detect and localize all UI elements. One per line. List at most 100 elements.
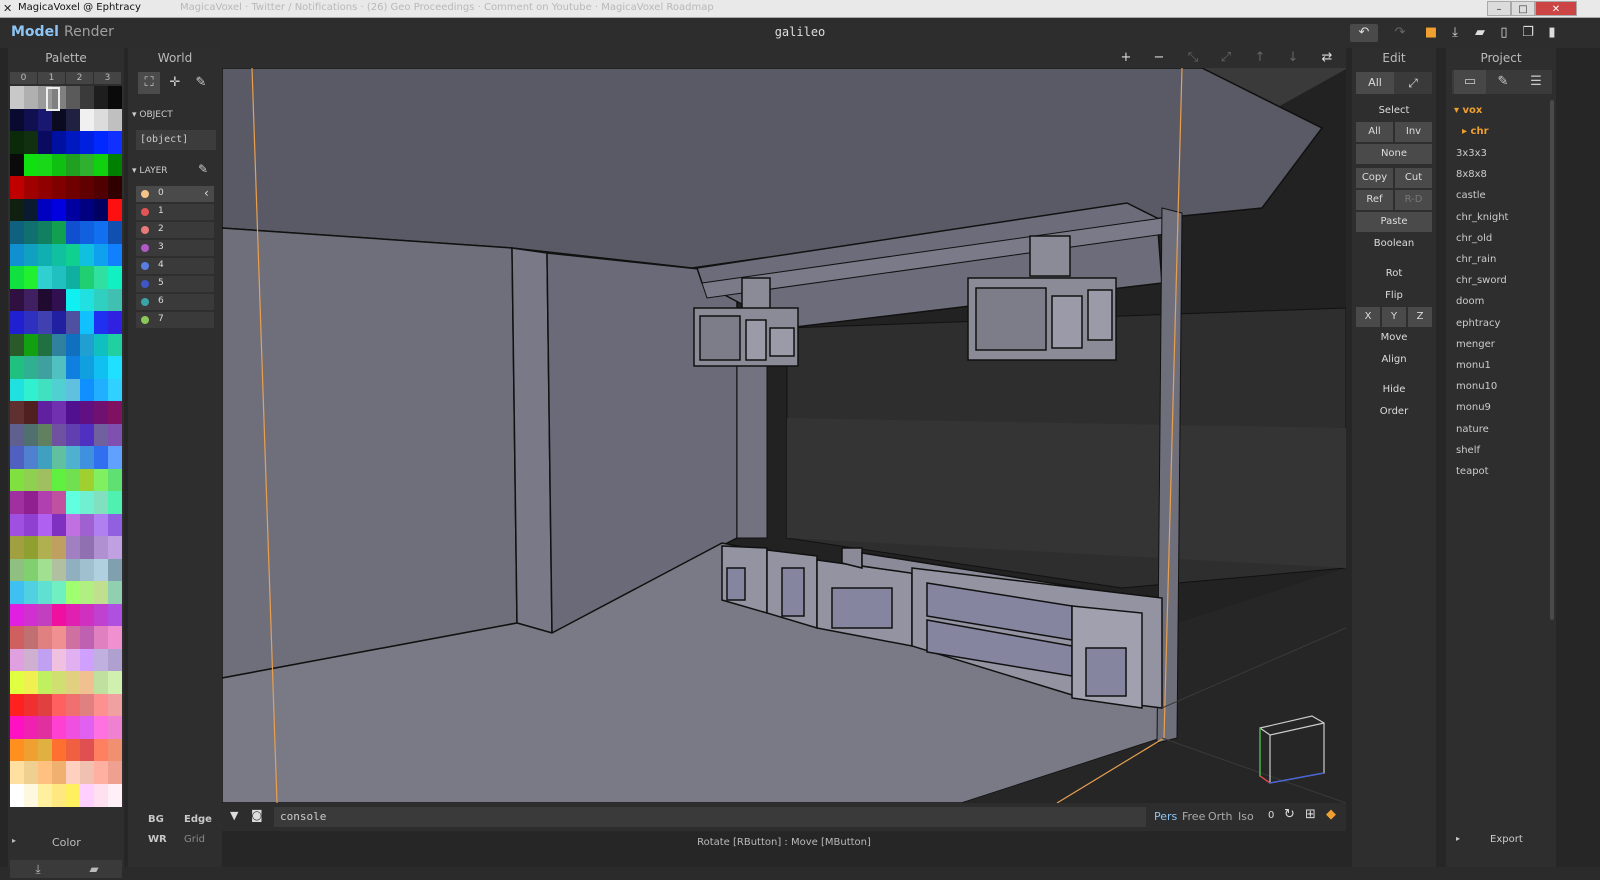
select-all-button[interactable]: All	[1356, 122, 1393, 142]
project-file-item[interactable]: chr_old	[1456, 233, 1492, 244]
palette-swatch[interactable]	[38, 558, 52, 582]
palette-swatch[interactable]	[10, 738, 24, 762]
palette-swatch[interactable]	[108, 581, 122, 604]
palette-swatch[interactable]	[38, 671, 52, 694]
palette-swatch[interactable]	[38, 423, 52, 447]
palette-swatch[interactable]	[94, 423, 108, 447]
palette-swatch[interactable]	[10, 558, 24, 582]
palette-swatch[interactable]	[52, 783, 66, 807]
palette-swatch[interactable]	[80, 513, 94, 537]
palette-swatch[interactable]	[10, 198, 24, 222]
palette-swatch[interactable]	[66, 626, 80, 649]
palette-swatch[interactable]	[38, 266, 52, 289]
palette-swatch[interactable]	[66, 716, 80, 739]
palette-swatch[interactable]	[52, 333, 66, 357]
palette-swatch[interactable]	[94, 761, 108, 784]
flip-button[interactable]: Flip	[1352, 290, 1436, 301]
palette-swatch[interactable]	[52, 693, 66, 717]
palette-swatch[interactable]	[108, 131, 122, 154]
save-icon[interactable]: ■	[1422, 24, 1440, 42]
palette-swatch[interactable]	[10, 356, 24, 379]
palette-swatch[interactable]	[66, 333, 80, 357]
palette-swatch[interactable]	[38, 603, 52, 627]
palette-swatch[interactable]	[94, 333, 108, 357]
project-file-item[interactable]: castle	[1456, 190, 1486, 201]
palette-swatch[interactable]	[24, 356, 38, 379]
palette-swatch[interactable]	[94, 153, 108, 177]
select-frame-icon[interactable]: ⛶	[138, 72, 160, 94]
palette-swatch[interactable]	[10, 446, 24, 469]
palette-swatch[interactable]	[80, 423, 94, 447]
align-button[interactable]: Align	[1352, 354, 1436, 365]
palette-swatch[interactable]	[24, 491, 38, 514]
palette-swatch[interactable]	[10, 513, 24, 537]
console-input[interactable]: console	[274, 807, 1146, 827]
palette-swatch[interactable]	[38, 243, 52, 267]
layer-color-dot[interactable]	[141, 244, 149, 252]
palette-swatch[interactable]	[94, 446, 108, 469]
palette-swatch[interactable]	[38, 693, 52, 717]
palette-swatch[interactable]	[108, 153, 122, 177]
palette-swatch[interactable]	[52, 513, 66, 537]
palette-swatch[interactable]	[80, 693, 94, 717]
zoom-out-icon[interactable]: −	[1149, 48, 1169, 68]
palette-swatch[interactable]	[108, 311, 122, 334]
palette-swatch[interactable]	[108, 738, 122, 762]
palette-swatch[interactable]	[108, 603, 122, 627]
palette-swatch[interactable]	[24, 716, 38, 739]
palette-swatch[interactable]	[66, 311, 80, 334]
axis-x-button[interactable]: X	[1356, 307, 1380, 327]
palette-swatch[interactable]	[24, 648, 38, 672]
palette-swatch[interactable]	[94, 288, 108, 312]
palette-swatch[interactable]	[52, 131, 66, 154]
palette-swatch[interactable]	[94, 198, 108, 222]
palette-swatch[interactable]	[66, 153, 80, 177]
palette-swatch[interactable]	[24, 513, 38, 537]
palette-swatch[interactable]	[80, 243, 94, 267]
palette-swatch[interactable]	[24, 423, 38, 447]
palette-swatch[interactable]	[24, 333, 38, 357]
palette-swatch[interactable]	[52, 648, 66, 672]
palette-swatch[interactable]	[80, 378, 94, 402]
palette-swatch[interactable]	[80, 738, 94, 762]
palette-swatch[interactable]	[94, 558, 108, 582]
brush-icon[interactable]: ✎	[1487, 70, 1519, 94]
palette-swatch[interactable]	[108, 513, 122, 537]
export-row[interactable]: ▸ Export	[1446, 832, 1556, 848]
edit-mode-expand-icon[interactable]: ⤢	[1394, 72, 1432, 94]
palette-swatch[interactable]	[80, 761, 94, 784]
minimize-button[interactable]: –	[1487, 1, 1511, 16]
paste-button[interactable]: Paste	[1356, 212, 1432, 232]
palette-swatch[interactable]	[38, 311, 52, 334]
palette-swatch[interactable]	[80, 176, 94, 199]
palette-swatch[interactable]	[94, 603, 108, 627]
palette-swatch[interactable]	[52, 761, 66, 784]
palette-swatch[interactable]	[80, 446, 94, 469]
layer-color-dot[interactable]	[141, 298, 149, 306]
palette-swatch[interactable]	[10, 243, 24, 267]
palette-swatch[interactable]	[108, 221, 122, 244]
cut-button[interactable]: Cut	[1395, 168, 1432, 188]
palette-swatch[interactable]	[10, 176, 24, 199]
palette-swatch[interactable]	[66, 198, 80, 222]
palette-swatch[interactable]	[10, 131, 24, 154]
palette-swatch[interactable]	[52, 176, 66, 199]
expand-icon[interactable]: ⤢	[1216, 48, 1236, 68]
open-icon[interactable]: ▰	[1471, 24, 1489, 42]
palette-swatch[interactable]	[52, 558, 66, 582]
palette-swatch[interactable]	[66, 356, 80, 379]
palette-swatch[interactable]	[66, 693, 80, 717]
palette-swatch[interactable]	[52, 468, 66, 492]
redo-icon[interactable]: ↷	[1389, 24, 1411, 42]
palette-swatch[interactable]	[80, 356, 94, 379]
palette-swatch[interactable]	[52, 266, 66, 289]
palette-swatch[interactable]	[10, 423, 24, 447]
palette-swatch[interactable]	[10, 468, 24, 492]
palette-swatch[interactable]	[10, 108, 24, 132]
palette-swatch[interactable]	[94, 581, 108, 604]
arrow-down-icon[interactable]: ↓	[1283, 48, 1303, 68]
palette-swatch[interactable]	[94, 266, 108, 289]
layer-section-title[interactable]: ▾ LAYER	[132, 166, 168, 176]
copy-file-icon[interactable]: ❐	[1519, 24, 1537, 42]
palette-swatch[interactable]	[94, 491, 108, 514]
